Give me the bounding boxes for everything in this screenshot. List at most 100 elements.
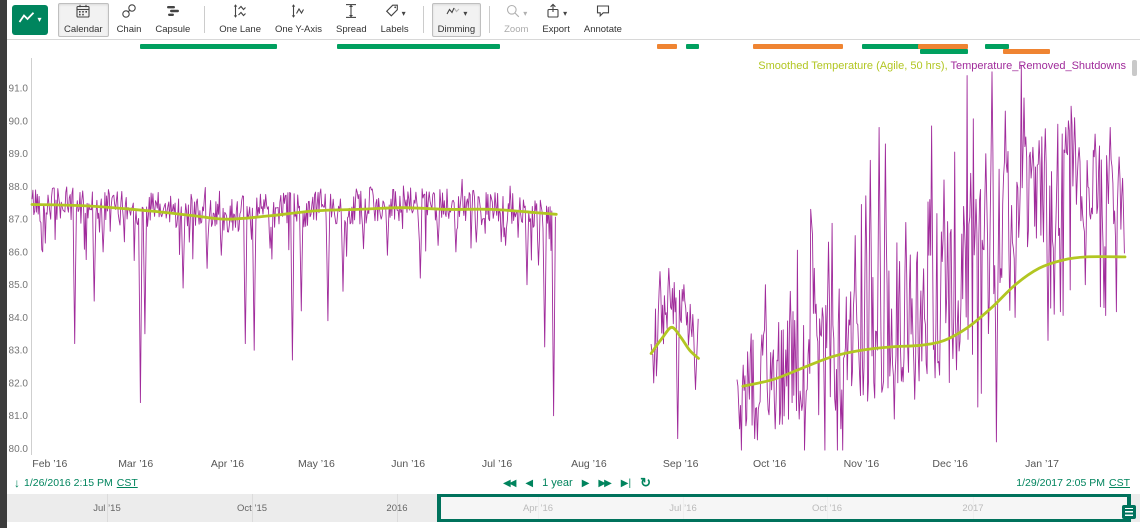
toolbar: ▾ Calendar Chain Capsule One Lane One Y-… (7, 0, 1140, 40)
timeline-label: Jul ’15 (93, 503, 120, 514)
capsule-bar-green (686, 44, 699, 49)
step-forward-button[interactable]: ▶ (582, 478, 590, 489)
capsule-lanes (0, 44, 1140, 56)
toolbar-button-dimming[interactable]: ▾ Dimming (432, 3, 481, 37)
timeline-label: Oct ’15 (237, 503, 267, 514)
toolbar-button-annotate[interactable]: Annotate (578, 3, 628, 37)
toolbar-button-capsule[interactable]: Capsule (149, 3, 196, 37)
timeline-resize-grip[interactable] (1122, 505, 1136, 519)
series-temperature-removed-shutdowns[interactable] (32, 179, 555, 415)
toolbar-label: Calendar (64, 24, 103, 35)
speech-bubble-icon (595, 3, 611, 24)
timeline-left-handle[interactable] (437, 494, 441, 522)
x-axis-label[interactable]: Apr ’16 (211, 458, 244, 470)
dimming-icon (445, 3, 461, 24)
trend-chart-icon (18, 11, 36, 29)
series-smoothed-temperature[interactable] (743, 257, 1125, 387)
series-temperature-removed-shutdowns[interactable] (737, 65, 1124, 450)
investigate-range-icon[interactable]: ↓ (14, 476, 20, 490)
capsule-bar-green (985, 44, 1009, 49)
legend-temperature-removed-shutdowns[interactable]: Temperature_Removed_Shutdowns (951, 60, 1127, 72)
timeline-scrollbar[interactable]: Jul ’15Oct ’152016Apr ’16Jul ’16Oct ’162… (0, 494, 1140, 522)
chevron-down-icon: ▾ (523, 9, 527, 18)
x-axis-label[interactable]: Jul ’16 (482, 458, 513, 470)
y-axis-label[interactable]: 83.0 (9, 346, 29, 357)
toolbar-button-one-lane[interactable]: One Lane (213, 3, 267, 37)
legend-smoothed-temperature[interactable]: Smoothed Temperature (Agile, 50 hrs), (758, 60, 947, 72)
y-axis-label[interactable]: 80.0 (9, 444, 29, 455)
x-axis-label[interactable]: Aug ’16 (571, 458, 607, 470)
range-start-timezone[interactable]: CST (117, 477, 138, 489)
y-axis-label[interactable]: 87.0 (9, 215, 29, 226)
x-axis-label[interactable]: Sep ’16 (663, 458, 699, 470)
calendar-icon (75, 3, 91, 24)
x-axis-label[interactable]: May ’16 (298, 458, 335, 470)
toolbar-label: Zoom (504, 24, 528, 35)
capsule-bar-orange (753, 44, 843, 49)
capsule-bar-orange (918, 44, 968, 49)
display-range-start[interactable]: ↓ 1/26/2016 2:15 PM CST (14, 476, 138, 490)
toolbar-label: Dimming (438, 24, 475, 35)
y-axis-label[interactable]: 85.0 (9, 280, 29, 291)
toolbar-button-labels[interactable]: ▾ Labels (375, 3, 415, 37)
toolbar-label: Annotate (584, 24, 622, 35)
x-axis-label[interactable]: Oct ’16 (753, 458, 786, 470)
range-start-text[interactable]: 1/26/2016 2:15 PM (24, 477, 113, 489)
duration-select[interactable]: 1 year (542, 477, 573, 489)
toolbar-button-export[interactable]: ▾ Export (536, 3, 575, 37)
y-axis-label[interactable]: 88.0 (9, 182, 29, 193)
capsule-icon (165, 3, 181, 24)
capsule-bar-orange (1003, 49, 1050, 54)
spread-icon (343, 3, 359, 24)
x-axis-label[interactable]: Dec ’16 (932, 458, 968, 470)
toolbar-button-calendar[interactable]: Calendar (58, 3, 109, 37)
y-axis-label[interactable]: 82.0 (9, 378, 29, 389)
capsule-bar-green (862, 44, 922, 49)
display-range-end[interactable]: 1/29/2017 2:05 PM CST (1016, 477, 1130, 489)
chevron-down-icon: ▾ (563, 9, 567, 18)
toolbar-button-chain[interactable]: Chain (111, 3, 148, 37)
tag-icon (384, 3, 400, 24)
one-lane-icon (232, 3, 248, 24)
y-axis-label[interactable]: 81.0 (9, 411, 29, 422)
chain-icon (121, 3, 137, 24)
chevron-down-icon: ▾ (463, 9, 467, 18)
x-axis-label[interactable]: Jan ’17 (1025, 458, 1059, 470)
toolbar-label: Labels (381, 24, 409, 35)
toolbar-separator (204, 6, 205, 33)
one-y-axis-icon (290, 3, 306, 24)
range-end-timezone[interactable]: CST (1109, 477, 1130, 489)
range-navigation: ◀◀ ◀ 1 year ▶ ▶▶ ▶| ↻ (503, 475, 651, 491)
trend-view-button[interactable]: ▾ (12, 5, 48, 35)
duration-label: 1 year (542, 477, 573, 489)
x-axis-label[interactable]: Mar ’16 (118, 458, 153, 470)
fast-forward-button[interactable]: ▶▶ (598, 478, 611, 489)
display-range-bar: ↓ 1/26/2016 2:15 PM CST ◀◀ ◀ 1 year ▶ ▶▶… (0, 473, 1140, 493)
x-axis-label[interactable]: Nov ’16 (844, 458, 880, 470)
trend-chart[interactable]: 80.0 81.0 82.0 83.0 84.0 85.0 86.0 87.0 88.0 89.0… (0, 54, 1140, 474)
toolbar-button-one-y-axis[interactable]: One Y-Axis (269, 3, 328, 37)
chevron-down-icon: ▾ (37, 15, 41, 24)
chart-scrollbar[interactable] (1132, 60, 1137, 76)
x-axis-label[interactable]: Feb ’16 (32, 458, 67, 470)
toolbar-label: Spread (336, 24, 367, 35)
toolbar-button-spread[interactable]: Spread (330, 3, 373, 37)
capsule-bar-orange (657, 44, 677, 49)
toolbar-label: One Y-Axis (275, 24, 322, 35)
skip-to-now-button[interactable]: ▶| (621, 478, 631, 489)
y-axis-label[interactable]: 90.0 (9, 116, 29, 127)
timeline-selection-window[interactable] (437, 494, 1131, 522)
y-axis-label[interactable]: 84.0 (9, 313, 29, 324)
capsule-bar-green (140, 44, 277, 49)
refresh-icon[interactable]: ↻ (640, 475, 651, 491)
toolbar-separator (489, 6, 490, 33)
left-panel-edge (0, 0, 7, 528)
x-axis-label[interactable]: Jun ’16 (391, 458, 425, 470)
range-end-text[interactable]: 1/29/2017 2:05 PM (1016, 477, 1105, 489)
y-axis-label[interactable]: 89.0 (9, 149, 29, 160)
fast-backward-button[interactable]: ◀◀ (503, 478, 516, 489)
toolbar-label: Export (542, 24, 569, 35)
y-axis-label[interactable]: 91.0 (9, 84, 29, 95)
y-axis-label[interactable]: 86.0 (9, 247, 29, 258)
step-backward-button[interactable]: ◀ (525, 478, 533, 489)
